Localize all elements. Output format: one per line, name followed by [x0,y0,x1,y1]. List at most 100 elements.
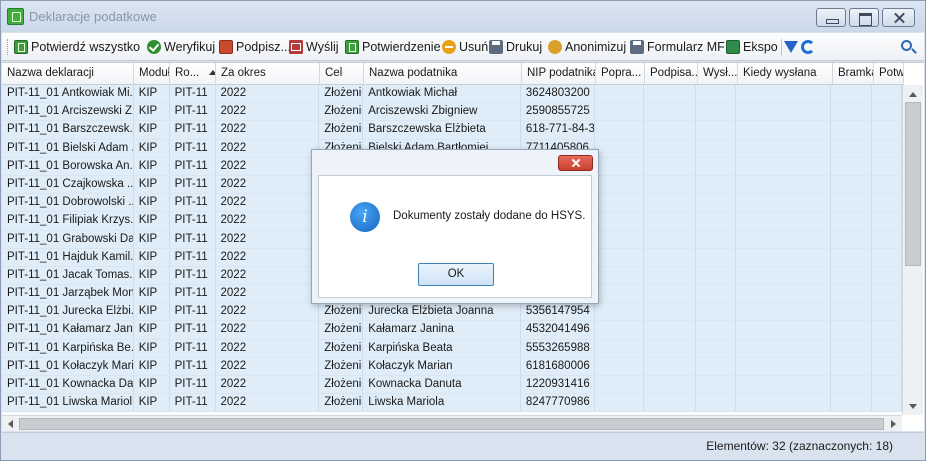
column-header-podatnik[interactable]: Nazwa podatnika [364,63,522,85]
cell-potwierdzenie [872,376,902,394]
cell-bramka [831,248,873,266]
cell-modul: KIP [134,194,170,212]
cell-poprawna [595,212,644,230]
column-header-kiedy[interactable]: Kiedy wysłana [738,63,833,85]
cell-rodzaj: PIT-11 [170,248,216,266]
cell-okres: 2022 [216,339,320,357]
cell-nazwa: PIT-11_01 Kownacka Da... [2,376,134,394]
vertical-scrollbar[interactable] [902,85,923,415]
anonymize-button[interactable]: Anonimizuj [548,38,626,56]
scroll-left-icon[interactable] [8,420,13,428]
scroll-up-icon[interactable] [909,92,917,97]
cell-nazwa: PIT-11_01 Grabowski Da... [2,230,134,248]
filter-button[interactable] [784,38,801,56]
cell-poprawna [595,194,644,212]
column-header-bramka[interactable]: Bramka [833,63,874,85]
app-window: Deklaracje podatkowe Potwierdź wszystko … [0,0,926,461]
cell-rodzaj: PIT-11 [170,194,216,212]
table-row[interactable]: PIT-11_01 Barszczewsk... KIP PIT-11 2022 Zło… [2,121,902,140]
send-button[interactable]: Wyślij [289,38,339,56]
horizontal-scroll-thumb[interactable] [19,418,884,430]
cell-podpisana [644,212,697,230]
cell-nazwa: PIT-11_01 Borowska An... [2,157,134,175]
table-row[interactable]: PIT-11_01 Kownacka Da... KIP PIT-11 2022 Zło… [2,376,902,395]
cell-podpisana [644,230,697,248]
print-button[interactable]: Drukuj [489,38,542,56]
cell-modul: KIP [134,285,170,303]
sign-button[interactable]: Podpisz... [219,38,291,56]
column-header-label: Ro... [175,67,200,79]
title-bar[interactable]: Deklaracje podatkowe [1,1,925,32]
column-header-cel[interactable]: Cel [320,63,364,85]
cell-podatnik: Antkowiak Michał [363,85,521,103]
delete-button[interactable]: Usuń [442,38,488,56]
cell-podpisana [644,339,697,357]
table-row[interactable]: PIT-11_01 Jurecka Elżbi... KIP PIT-11 2022 Z… [2,303,902,322]
cell-rodzaj: PIT-11 [170,376,216,394]
cell-podatnik: Kołaczyk Marian [363,357,521,375]
column-header-potwierdzenie[interactable]: Potwier [874,63,904,85]
table-row[interactable]: PIT-11_01 Liwska Mariol... KIP PIT-11 2022 Z… [2,394,902,413]
cell-modul: KIP [134,85,170,103]
column-header-poprawna[interactable]: Popra... [596,63,645,85]
cell-potwierdzenie [872,175,902,194]
search-icon[interactable] [901,40,912,51]
cell-okres: 2022 [216,121,320,139]
cell-kiedy [736,139,832,157]
cell-nip: 8247770986 [521,394,595,412]
cell-poprawna [595,339,644,357]
column-header-rodzaj[interactable]: Ro... [170,63,216,85]
cell-rodzaj: PIT-11 [170,394,216,412]
minimize-button[interactable] [816,8,846,27]
column-header-nip[interactable]: NIP podatnika [522,63,596,85]
column-header-wyslana[interactable]: Wysł... [698,63,738,85]
cell-podpisana [644,194,697,212]
cell-rodzaj: PIT-11 [170,85,216,103]
dialog-body: i Dokumenty zostały dodane do HSYS. OK [318,175,592,298]
refresh-button[interactable] [801,38,818,56]
cell-rodzaj: PIT-11 [170,321,216,339]
horizontal-scrollbar[interactable] [2,415,902,431]
toolbar-grip[interactable] [7,39,10,55]
ok-button[interactable]: OK [418,263,494,286]
column-header-nazwa[interactable]: Nazwa deklaracji [2,63,134,85]
cell-wyslana [696,376,737,394]
vertical-scroll-thumb[interactable] [905,102,921,266]
column-header-modul[interactable]: Moduł [134,63,170,85]
cell-okres: 2022 [216,194,320,212]
cell-modul: KIP [134,175,170,194]
verify-button[interactable]: Weryfikuj [147,38,215,56]
dialog-message: Dokumenty zostały dodane do HSYS. [393,210,586,222]
cell-bramka [831,266,873,285]
cell-bramka [831,285,873,303]
cell-wyslana [696,157,737,175]
grid-header: Nazwa deklaracji Moduł Ro... Za okres Cel Naz… [2,63,904,85]
table-row[interactable]: PIT-11_01 Kałamarz Jan... KIP PIT-11 2022 Zł… [2,321,902,340]
maximize-button[interactable] [849,8,879,27]
table-row[interactable]: PIT-11_01 Arciszewski Z... KIP PIT-11 2022 Z… [2,103,902,122]
cell-potwierdzenie [872,103,902,121]
cell-bramka [831,321,873,339]
cell-kiedy [736,230,832,248]
table-row[interactable]: PIT-11_01 Antkowiak Mi... KIP PIT-11 2022 Zł… [2,85,902,104]
cell-potwierdzenie [872,121,902,139]
info-icon: i [350,202,380,232]
cell-okres: 2022 [216,157,320,175]
scroll-right-icon[interactable] [891,420,896,428]
cell-nazwa: PIT-11_01 Jacak Tomas... [2,266,134,285]
confirmation-button[interactable]: Potwierdzenie [345,38,441,56]
table-row[interactable]: PIT-11_01 Kołaczyk Mari... KIP PIT-11 2022 Z… [2,357,902,376]
confirm-all-button[interactable]: Potwierdź wszystko [14,38,140,56]
scroll-down-icon[interactable] [909,404,917,409]
cell-podpisana [644,321,697,339]
column-header-podpisana[interactable]: Podpisa... [645,63,698,85]
cell-potwierdzenie [872,230,902,248]
export-button[interactable]: Ekspo [726,38,778,56]
column-header-okres[interactable]: Za okres [216,63,320,85]
table-row[interactable]: PIT-11_01 Karpińska Be... KIP PIT-11 2022 Zł… [2,339,902,358]
cell-cel: Złożenie [319,376,364,394]
cell-wyslana [696,212,737,230]
form-mf-button[interactable]: Formularz MF [630,38,725,56]
dialog-close-button[interactable] [558,155,593,171]
close-window-button[interactable] [882,8,915,27]
